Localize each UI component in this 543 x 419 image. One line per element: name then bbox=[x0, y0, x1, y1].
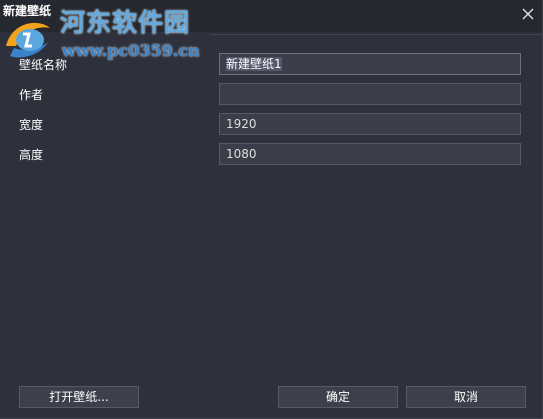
width-input[interactable]: 1920 bbox=[219, 113, 521, 135]
height-input[interactable]: 1080 bbox=[219, 143, 521, 165]
site-logo-icon bbox=[2, 16, 54, 62]
new-wallpaper-dialog: 新建壁纸 河东软件园 www.pc0359.cn 壁纸名称 新建壁纸1 作者 宽… bbox=[0, 0, 543, 419]
author-label: 作者 bbox=[19, 88, 44, 102]
wallpaper-name-value: 新建壁纸1 bbox=[226, 57, 282, 71]
height-label: 高度 bbox=[19, 148, 44, 162]
ok-button[interactable]: 确定 bbox=[278, 386, 398, 408]
watermark-site-url: www.pc0359.cn bbox=[62, 41, 200, 60]
title-divider bbox=[210, 34, 543, 35]
open-wallpaper-button[interactable]: 打开壁纸... bbox=[19, 386, 139, 408]
author-input[interactable] bbox=[219, 83, 521, 105]
wallpaper-name-input[interactable]: 新建壁纸1 bbox=[219, 53, 521, 75]
cancel-button[interactable]: 取消 bbox=[406, 386, 526, 408]
watermark-site-name: 河东软件园 bbox=[60, 8, 191, 37]
close-icon[interactable] bbox=[520, 6, 536, 22]
wallpaper-name-label: 壁纸名称 bbox=[19, 58, 68, 72]
width-label: 宽度 bbox=[19, 118, 44, 132]
height-value: 1080 bbox=[226, 147, 257, 161]
width-value: 1920 bbox=[226, 117, 257, 131]
